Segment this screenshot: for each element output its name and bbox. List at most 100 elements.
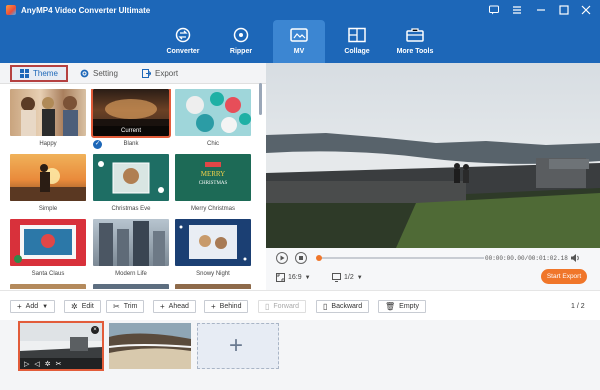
subtab-setting-label: Setting <box>93 69 118 78</box>
toolbox-icon <box>406 28 424 42</box>
tab-mv-label: MV <box>293 48 305 55</box>
maximize-icon[interactable] <box>557 3 571 17</box>
tab-collage[interactable]: Collage <box>331 20 383 63</box>
theme-name: Chic <box>206 141 219 147</box>
title-bar: AnyMP4 Video Converter Ultimate Converte… <box>0 0 600 63</box>
plus-icon: + <box>211 302 216 311</box>
edit-toolbar: + Add ▼ ✲ Edit ✂ Trim + Ahead + Behind ▯… <box>0 290 600 320</box>
tab-more-tools[interactable]: More Tools <box>389 20 441 63</box>
theme-chic[interactable]: Chic <box>175 89 251 147</box>
scissors-icon: ✂ <box>113 302 120 311</box>
empty-button[interactable]: 🗑 Empty <box>378 300 426 313</box>
volume-icon[interactable]: ◁ <box>34 360 39 368</box>
magic-wand-icon[interactable]: ✲ <box>45 360 51 368</box>
behind-button[interactable]: + Behind <box>204 300 249 313</box>
subtab-export[interactable]: Export <box>142 65 178 82</box>
play-icon[interactable]: ▷ <box>24 360 29 368</box>
theme-modern-life[interactable]: Modern Life <box>93 219 169 277</box>
svg-text:CHRISTMAS: CHRISTMAS <box>199 181 228 186</box>
theme-thumbnail <box>175 284 251 289</box>
play-button[interactable] <box>276 252 288 264</box>
theme-scrollbar[interactable] <box>259 83 262 115</box>
export-icon <box>142 69 151 78</box>
theme-happy[interactable]: Happy <box>10 89 86 147</box>
current-badge: Current <box>93 126 169 136</box>
close-icon[interactable]: × <box>91 326 99 334</box>
tab-converter[interactable]: Converter <box>157 20 209 63</box>
stop-button[interactable] <box>295 252 307 264</box>
theme-merry-christmas[interactable]: MERRY CHRISTMAS Merry Christmas <box>175 154 251 212</box>
close-icon[interactable] <box>579 3 593 17</box>
theme-name: Modern Life <box>115 271 147 277</box>
theme-christmas-eve[interactable]: Christmas Eve <box>93 154 169 212</box>
aspect-ratio-select[interactable]: 16:9 ▼ <box>276 273 311 282</box>
scissors-icon[interactable]: ✂ <box>56 360 62 368</box>
theme-row4-b[interactable] <box>93 284 169 289</box>
trash-icon: 🗑 <box>385 302 396 311</box>
volume-icon[interactable] <box>570 253 580 263</box>
start-export-button[interactable]: Start Export <box>541 269 587 284</box>
theme-santa-claus[interactable]: Santa Claus <box>10 219 86 277</box>
move-forward-icon: ▯ <box>265 302 270 311</box>
progress-slider[interactable] <box>316 255 484 261</box>
add-clip-button[interactable]: + <box>197 323 279 369</box>
mv-icon <box>290 28 308 42</box>
theme-thumbnail <box>10 219 86 266</box>
move-backward-icon: ▯ <box>323 302 328 311</box>
tab-more-tools-label: More Tools <box>396 48 434 55</box>
timeline-clip[interactable] <box>109 323 191 369</box>
theme-row4-a[interactable] <box>10 284 86 289</box>
chevron-down-icon: ▼ <box>356 274 363 281</box>
theme-thumbnail: MERRY CHRISTMAS <box>175 154 251 201</box>
video-preview <box>266 63 600 248</box>
trim-label: Trim <box>123 303 138 310</box>
theme-row4-c[interactable] <box>175 284 251 289</box>
app-logo <box>6 5 16 15</box>
trim-button[interactable]: ✂ Trim <box>106 300 145 313</box>
theme-panel: Theme Setting Export Happy Current ✓ Bla… <box>0 63 266 290</box>
empty-label: Empty <box>399 303 419 310</box>
theme-thumbnail <box>175 219 251 266</box>
theme-thumbnail <box>93 219 169 266</box>
ahead-button[interactable]: + Ahead <box>153 300 196 313</box>
tab-mv[interactable]: MV <box>273 20 325 63</box>
theme-blank[interactable]: Current ✓ Blank <box>91 89 171 149</box>
tab-ripper-label: Ripper <box>229 48 253 55</box>
monitor-icon <box>332 273 341 282</box>
subtab-export-label: Export <box>155 69 179 78</box>
aspect-icon <box>276 273 285 282</box>
timeline-clip[interactable]: × ▷ ◁ ✲ ✂ <box>18 321 104 371</box>
clip-timeline: × ▷ ◁ ✲ ✂ + <box>0 320 600 390</box>
add-label: Add <box>25 303 39 310</box>
page-ratio-value: 1/2 <box>344 274 354 281</box>
collage-icon <box>348 27 366 43</box>
theme-simple[interactable]: Simple <box>10 154 86 212</box>
magic-wand-icon: ✲ <box>71 302 78 311</box>
forward-button[interactable]: ▯ Forward <box>258 300 307 313</box>
feedback-icon[interactable] <box>487 3 501 17</box>
theme-name: Santa Claus <box>31 271 65 277</box>
minimize-icon[interactable] <box>534 3 548 17</box>
backward-button[interactable]: ▯ Backward <box>316 300 370 313</box>
tab-ripper[interactable]: Ripper <box>215 20 267 63</box>
panel-subtabs: Theme Setting Export <box>0 63 266 84</box>
progress-knob[interactable] <box>316 255 322 261</box>
aspect-value: 16:9 <box>288 274 302 281</box>
subtab-theme[interactable]: Theme <box>10 65 68 82</box>
backward-label: Backward <box>331 303 363 310</box>
page-ratio-select[interactable]: 1/2 ▼ <box>332 273 363 282</box>
add-button[interactable]: + Add ▼ <box>10 300 56 313</box>
chevron-down-icon: ▼ <box>42 303 49 310</box>
theme-name: Christmas Eve <box>111 206 151 212</box>
theme-snowy-night[interactable]: Snowy Night <box>175 219 251 277</box>
subtab-setting[interactable]: Setting <box>80 65 118 82</box>
theme-thumbnail: Current <box>91 89 171 138</box>
tab-converter-label: Converter <box>166 48 200 55</box>
player-controls: 00:00:00.00/00:01:02.18 16:9 ▼ 1/2 ▼ Sta… <box>266 248 600 290</box>
svg-text:MERRY: MERRY <box>201 170 226 178</box>
plus-icon: + <box>160 302 165 311</box>
edit-button[interactable]: ✲ Edit <box>64 300 101 313</box>
ahead-label: Ahead <box>168 303 189 310</box>
menu-icon[interactable] <box>510 3 524 17</box>
page-count: 1 / 2 <box>571 303 585 310</box>
